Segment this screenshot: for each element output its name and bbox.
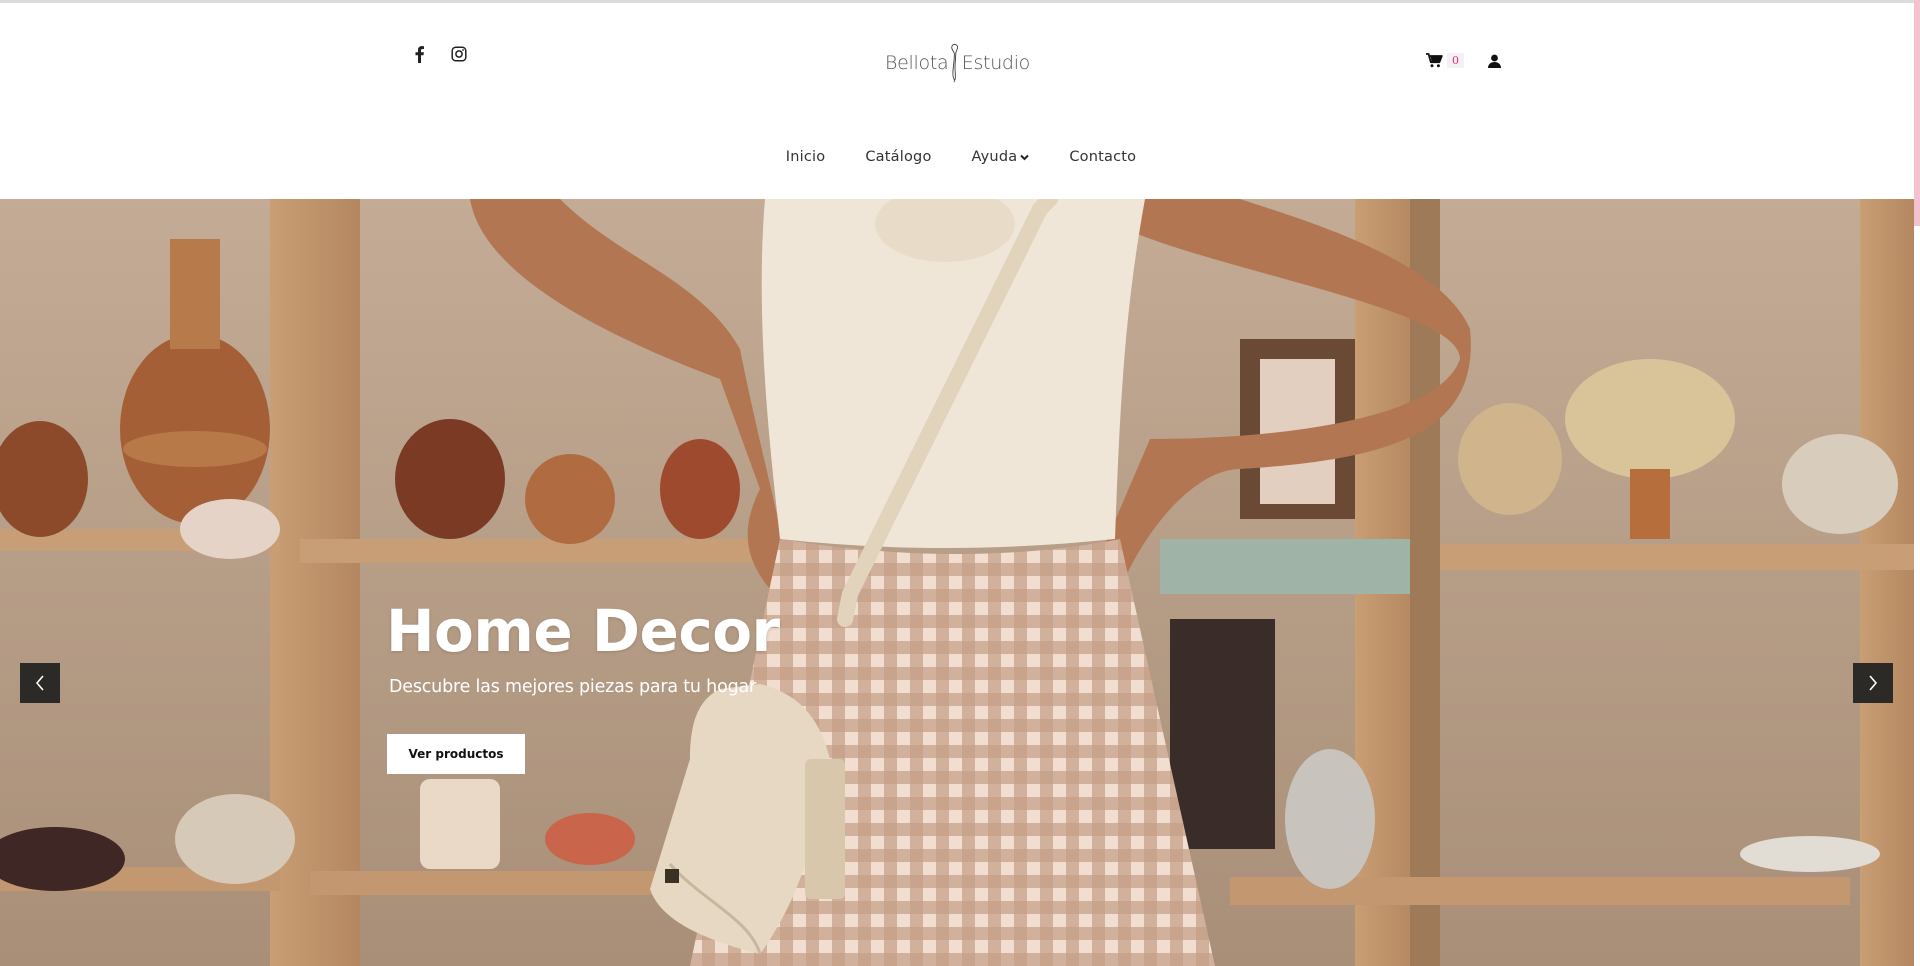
nav-item-ayuda[interactable]: Ayuda: [972, 149, 1030, 165]
hero-background-image: [0, 199, 1914, 966]
social-links: [410, 45, 468, 63]
cart-count-badge: 0: [1447, 53, 1464, 68]
nav-item-inicio[interactable]: Inicio: [786, 149, 826, 165]
nav-item-label: Catálogo: [865, 149, 932, 165]
cart-icon: [1426, 53, 1443, 68]
chevron-right-icon: [1869, 675, 1878, 691]
main-nav: Inicio Catálogo Ayuda Contacto: [0, 149, 1914, 165]
hero-title: Home Decor: [386, 597, 780, 665]
facebook-icon[interactable]: [410, 45, 428, 63]
cart-button[interactable]: 0: [1426, 53, 1464, 68]
header-utilities: 0: [1426, 53, 1501, 68]
user-icon: [1488, 54, 1501, 68]
nav-item-catalogo[interactable]: Catálogo: [865, 149, 931, 165]
site-header: Bellota Estudio 0 Inicio Catálogo Ayuda …: [0, 3, 1914, 199]
nav-item-contacto[interactable]: Contacto: [1069, 149, 1136, 165]
nav-item-label: Inicio: [785, 149, 826, 165]
site-logo[interactable]: Bellota Estudio: [885, 33, 1030, 93]
chevron-left-icon: [35, 675, 44, 691]
scrollbar[interactable]: [1914, 0, 1920, 966]
acorn-pin-icon: [951, 44, 959, 83]
nav-item-label: Contacto: [1069, 149, 1137, 165]
slider-next-button[interactable]: [1853, 663, 1893, 703]
nav-item-label: Ayuda: [971, 149, 1018, 165]
account-button[interactable]: [1488, 54, 1501, 68]
hero-slider: Home Decor Descubre las mejores piezas p…: [0, 199, 1914, 966]
logo-word-1: Bellota: [885, 52, 949, 74]
chevron-down-icon: [1020, 154, 1030, 161]
view-products-button[interactable]: Ver productos: [387, 734, 525, 774]
slider-prev-button[interactable]: [20, 663, 60, 703]
instagram-icon[interactable]: [450, 45, 468, 63]
hero-subtitle: Descubre las mejores piezas para tu hoga…: [389, 677, 757, 697]
logo-word-2: Estudio: [961, 52, 1031, 74]
scrollbar-thumb[interactable]: [1914, 0, 1920, 226]
